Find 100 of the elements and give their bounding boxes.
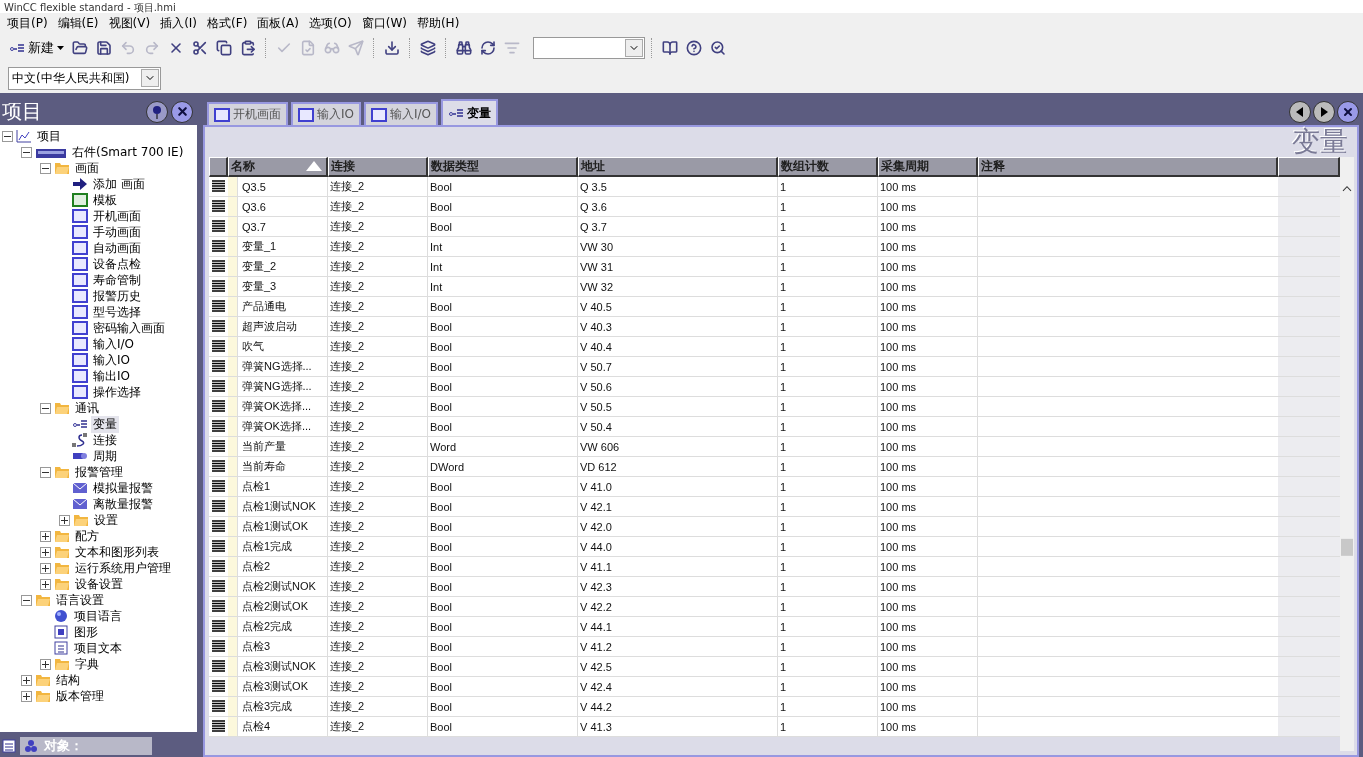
tree-item[interactable]: 图形 <box>72 623 100 641</box>
tree-item[interactable]: 设置 <box>92 511 120 529</box>
tree-item[interactable]: 字典 <box>73 655 101 673</box>
tree-item[interactable]: 周期 <box>91 447 119 465</box>
table-cell: 连接_2 <box>328 237 428 257</box>
table-cell: Int <box>428 237 578 257</box>
menu-item[interactable]: 面板(A) <box>252 14 304 32</box>
menu-item[interactable]: 项目(P) <box>2 14 53 32</box>
menu-item[interactable]: 格式(F) <box>202 14 253 32</box>
table-cell: 100 ms <box>878 277 978 297</box>
tree-item[interactable]: 输入IO <box>91 351 132 369</box>
tree-item[interactable]: 输出IO <box>91 367 132 385</box>
column-header[interactable]: 连接 <box>328 157 428 177</box>
table-cell: 连接_2 <box>328 337 428 357</box>
table-cell: Bool <box>428 677 578 697</box>
table-cell: 连接_2 <box>328 317 428 337</box>
table-cell: 1 <box>778 337 878 357</box>
table-cell: 1 <box>778 477 878 497</box>
menu-item[interactable]: 编辑(E) <box>52 14 104 32</box>
editor-tab[interactable]: 变量 <box>441 99 498 125</box>
tree-item[interactable]: 语言设置 <box>54 591 106 609</box>
tree-item[interactable]: 右件(Smart 700 IE) <box>70 143 186 161</box>
table-cell: Q3.5 <box>238 177 328 197</box>
tree-item[interactable]: 型号选择 <box>91 303 143 321</box>
column-header[interactable]: 采集周期 <box>878 157 978 177</box>
tree-item[interactable]: 操作选择 <box>91 383 143 401</box>
language-select[interactable]: 中文(中华人民共和国) <box>8 66 161 90</box>
table-cell: 连接_2 <box>328 297 428 317</box>
table-cell: 超声波启动 <box>238 317 328 337</box>
table-cell: 弹簧OK选择... <box>238 417 328 437</box>
table-cell: 1 <box>778 497 878 517</box>
new-button[interactable]: 新建 <box>6 37 67 59</box>
table-cell: 连接_2 <box>328 617 428 637</box>
tree-item[interactable]: 版本管理 <box>54 687 106 705</box>
tree-item[interactable]: 输入I/O <box>91 335 137 353</box>
tree-item[interactable]: 变量 <box>91 415 119 433</box>
tree-item[interactable]: 报警管理 <box>73 463 125 481</box>
tree-item[interactable]: 设备设置 <box>73 575 125 593</box>
table-cell: Bool <box>428 197 578 217</box>
tree-item[interactable]: 项目文本 <box>72 639 124 657</box>
tree-item[interactable]: 文本和图形列表 <box>73 543 161 561</box>
table-cell: VD 612 <box>578 457 778 477</box>
table-cell: V 44.0 <box>578 537 778 557</box>
tree-item[interactable]: 模板 <box>91 191 119 209</box>
table-cell: Bool <box>428 417 578 437</box>
table-cell: 当前寿命 <box>238 457 328 477</box>
tree-item[interactable]: 自动画面 <box>91 239 143 257</box>
tree-item[interactable]: 连接 <box>91 431 119 449</box>
column-header[interactable]: 数组计数 <box>778 157 878 177</box>
table-cell: 1 <box>778 217 878 237</box>
table-cell: 变量_3 <box>238 277 328 297</box>
tree-item[interactable]: 开机画面 <box>91 207 143 225</box>
table-cell: 连接_2 <box>328 397 428 417</box>
tree-item[interactable]: 离散量报警 <box>91 495 155 513</box>
menu-item[interactable]: 帮助(H) <box>411 14 465 32</box>
table-cell: 1 <box>778 357 878 377</box>
menu-item[interactable]: 选项(O) <box>303 14 357 32</box>
column-header[interactable]: 地址 <box>578 157 778 177</box>
tree-item[interactable]: 寿命管制 <box>91 271 143 289</box>
tree-item[interactable]: 结构 <box>54 671 82 689</box>
table-cell: 点检4 <box>238 717 328 737</box>
menu-item[interactable]: 插入(I) <box>155 14 203 32</box>
table-cell: 1 <box>778 377 878 397</box>
tree-item[interactable]: 项目 <box>35 127 63 145</box>
table-cell: 1 <box>778 237 878 257</box>
tree-item[interactable]: 配方 <box>73 527 101 545</box>
table-cell: Q 3.6 <box>578 197 778 217</box>
table-cell: Bool <box>428 217 578 237</box>
tree-item[interactable]: 添加 画面 <box>91 175 147 193</box>
table-cell: 点检2 <box>238 557 328 577</box>
column-header[interactable]: 注释 <box>978 157 1278 177</box>
tree-item[interactable]: 画面 <box>73 159 101 177</box>
editor-tab[interactable]: 开机画面 <box>207 102 288 125</box>
table-cell: 100 ms <box>878 217 978 237</box>
tree-item[interactable]: 模拟量报警 <box>91 479 155 497</box>
table-cell: Bool <box>428 537 578 557</box>
table-cell: 1 <box>778 257 878 277</box>
table-cell: 产品通电 <box>238 297 328 317</box>
menu-item[interactable]: 视图(V) <box>103 14 156 32</box>
column-header[interactable]: 数据类型 <box>428 157 578 177</box>
tree-item[interactable]: 手动画面 <box>91 223 143 241</box>
tree-item[interactable]: 通讯 <box>73 399 101 417</box>
table-cell: V 42.0 <box>578 517 778 537</box>
table-cell: 连接_2 <box>328 437 428 457</box>
tree-item[interactable]: 密码输入画面 <box>91 319 167 337</box>
table-cell: 100 ms <box>878 517 978 537</box>
tree-item[interactable]: 项目语言 <box>72 607 124 625</box>
table-cell: 1 <box>778 717 878 737</box>
column-header[interactable]: 名称 <box>228 157 328 177</box>
tree-item[interactable]: 报警历史 <box>91 287 143 305</box>
menu-item[interactable]: 窗口(W) <box>356 14 412 32</box>
table-cell: Q3.6 <box>238 197 328 217</box>
table-cell: 连接_2 <box>328 637 428 657</box>
editor-tab[interactable]: 输入IO <box>291 102 361 125</box>
table-cell: V 40.3 <box>578 317 778 337</box>
tree-item[interactable]: 运行系统用户管理 <box>73 559 173 577</box>
table-cell: 100 ms <box>878 497 978 517</box>
editor-tab[interactable]: 输入I/O <box>364 102 438 125</box>
tree-item[interactable]: 设备点检 <box>91 255 143 273</box>
table-cell: 1 <box>778 197 878 217</box>
